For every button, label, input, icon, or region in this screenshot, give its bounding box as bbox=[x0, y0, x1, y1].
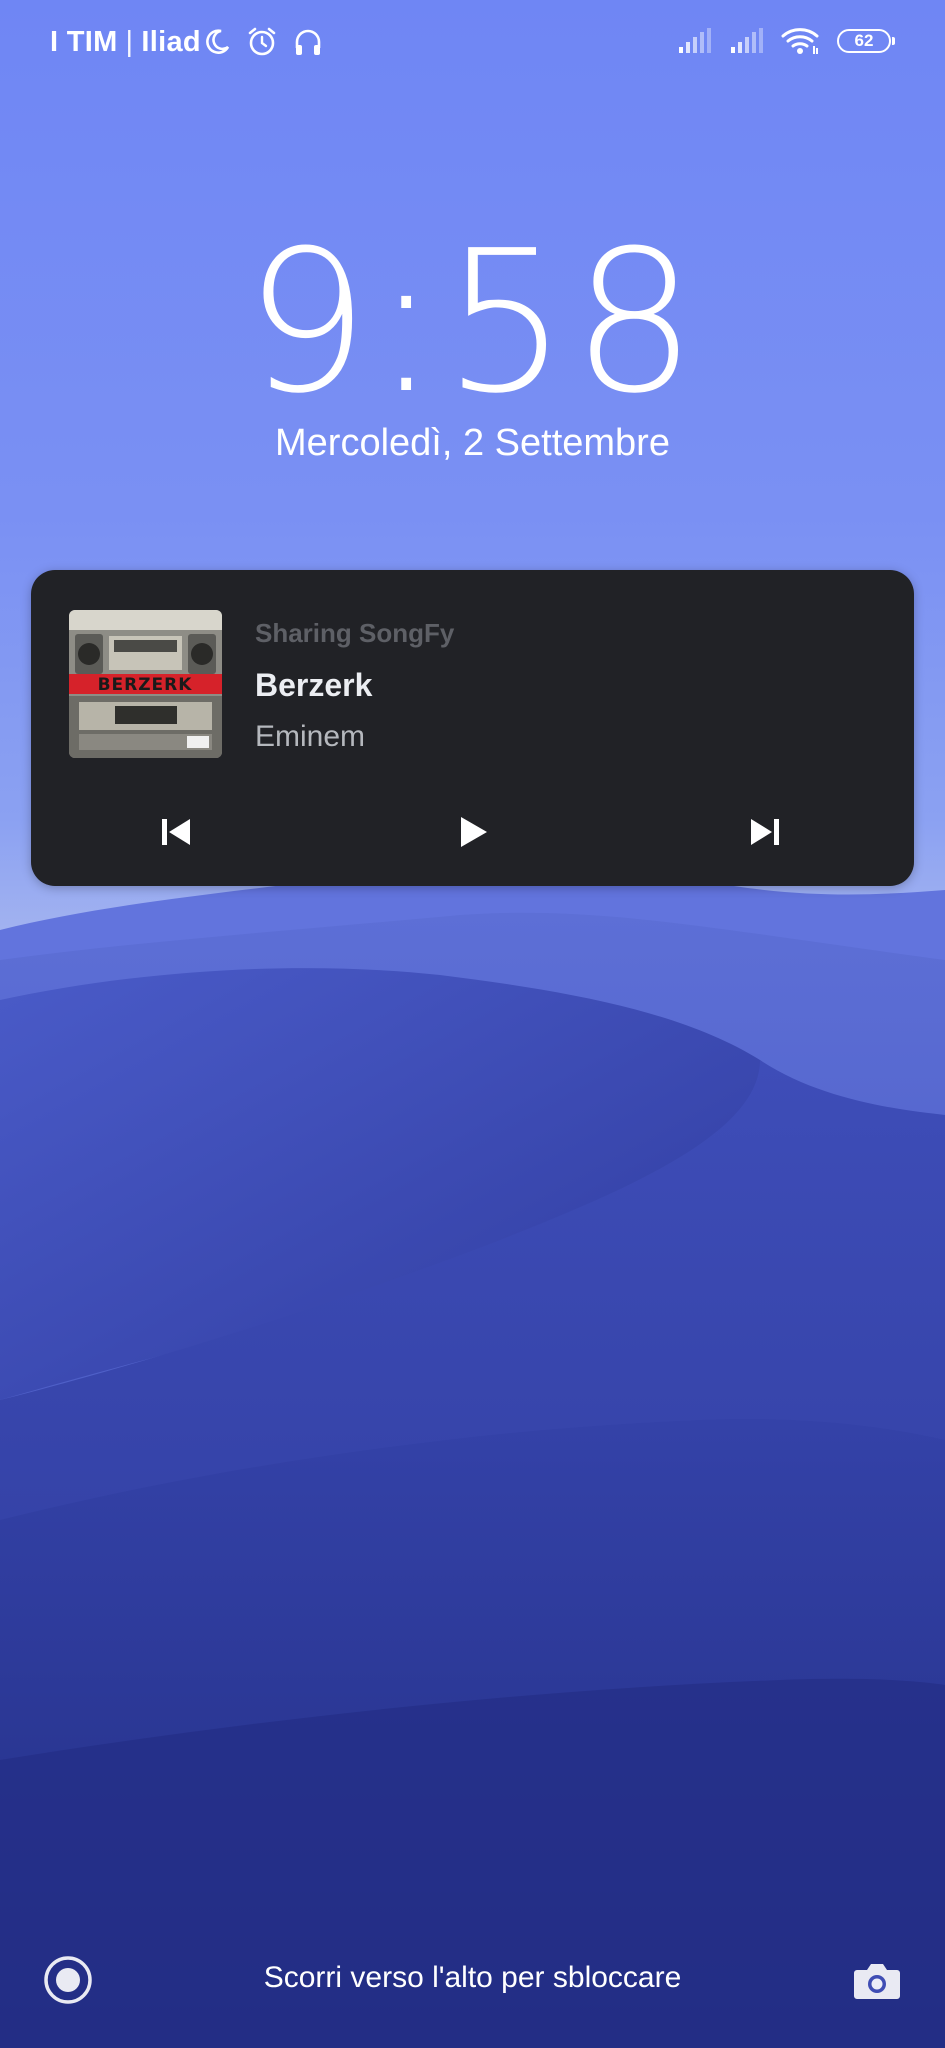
status-bar: I TIM | Iliad 62 bbox=[0, 0, 945, 90]
media-player-card[interactable]: BERZERK Sharing SongFy Berzerk Eminem bbox=[31, 570, 914, 886]
lock-date: Mercoledì, 2 Settembre bbox=[275, 422, 670, 464]
signal-icon bbox=[679, 28, 711, 53]
carrier-2: Iliad bbox=[141, 26, 201, 58]
play-button[interactable] bbox=[443, 802, 503, 862]
camera-shortcut[interactable] bbox=[851, 1954, 903, 2006]
alarm-icon bbox=[248, 27, 276, 56]
carrier-1: I TIM bbox=[50, 26, 118, 58]
battery-level: 62 bbox=[854, 31, 874, 50]
status-icons-right: 62 bbox=[677, 26, 895, 56]
headphones-icon bbox=[295, 29, 321, 55]
signal-icon bbox=[731, 28, 763, 53]
album-cover-image: BERZERK bbox=[69, 610, 222, 758]
track-title: Berzerk bbox=[255, 667, 373, 703]
carrier-label: I TIM | Iliad bbox=[50, 26, 201, 59]
play-icon bbox=[461, 817, 487, 847]
wifi-icon bbox=[781, 28, 819, 54]
track-artist: Eminem bbox=[255, 720, 366, 753]
next-button[interactable] bbox=[735, 802, 795, 862]
status-icons-left bbox=[202, 26, 324, 58]
album-art-text: BERZERK bbox=[98, 675, 193, 695]
carrier-separator: | bbox=[125, 26, 134, 58]
album-art: BERZERK bbox=[69, 610, 222, 758]
lock-clock: 9:58 bbox=[244, 209, 701, 437]
previous-icon bbox=[162, 819, 190, 845]
lock-screen: I TIM | Iliad 62 9:58 Mercoledì, 2 Sette… bbox=[0, 0, 945, 2048]
unlock-hint: Scorri verso l'alto per sbloccare bbox=[263, 1961, 682, 1994]
battery-indicator: 62 bbox=[837, 29, 895, 53]
next-icon bbox=[751, 819, 779, 845]
camera-icon bbox=[854, 1964, 900, 1999]
previous-button[interactable] bbox=[146, 802, 206, 862]
moon-icon bbox=[206, 29, 230, 54]
media-app-name: Sharing SongFy bbox=[255, 618, 455, 648]
